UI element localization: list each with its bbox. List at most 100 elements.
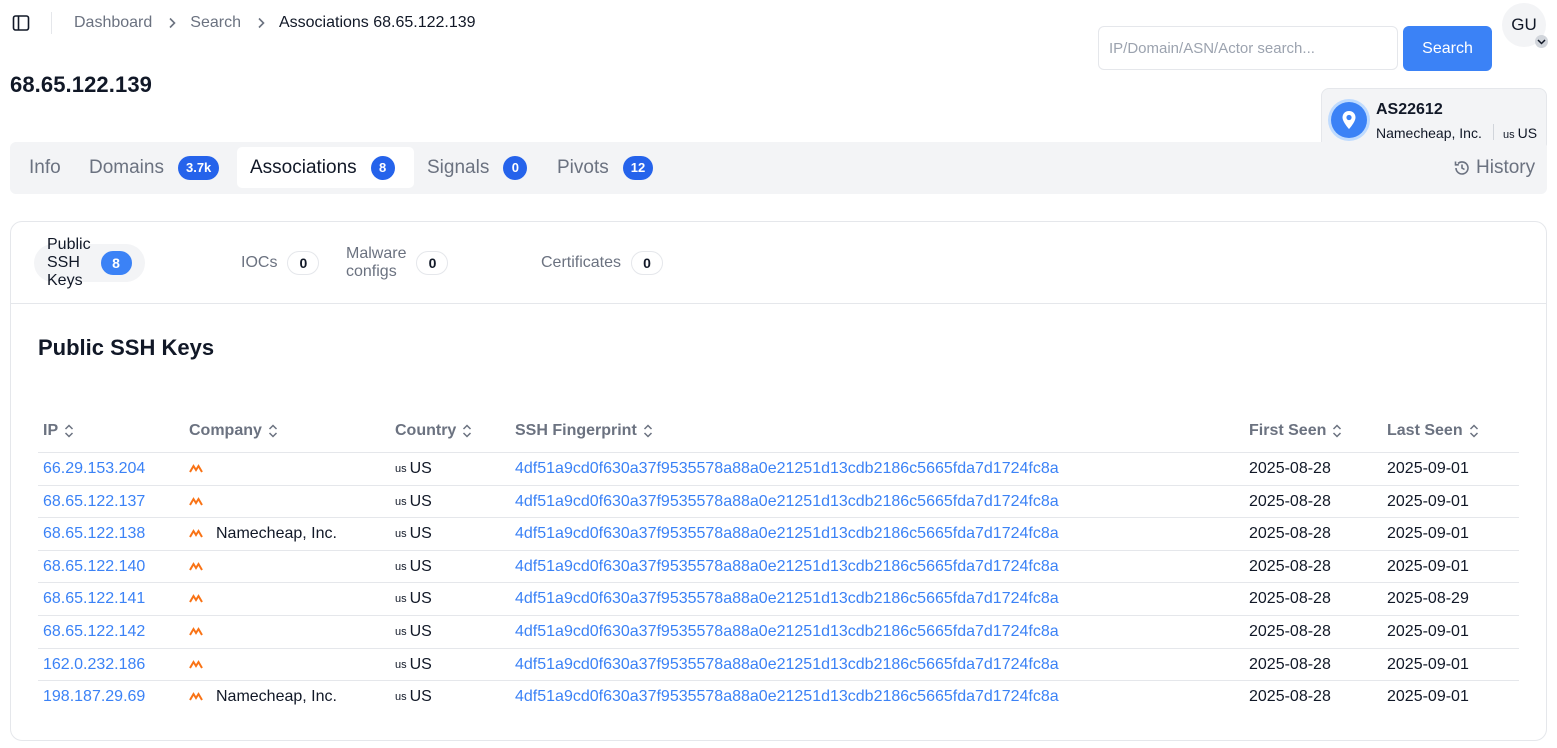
ssh-fingerprint-link[interactable]: 4df51a9cd0f630a37f9535578a88a0e21251d13c… xyxy=(515,583,1059,615)
history-icon xyxy=(1454,161,1469,175)
last-seen: 2025-09-01 xyxy=(1387,460,1469,477)
sort-icon xyxy=(1469,424,1478,438)
tab-count-badge: 3.7k xyxy=(177,155,220,180)
ip-link[interactable]: 68.65.122.138 xyxy=(43,518,145,550)
search-input[interactable] xyxy=(1098,26,1398,70)
ssh-fingerprint-link[interactable]: 4df51a9cd0f630a37f9535578a88a0e21251d13c… xyxy=(515,486,1059,518)
table-row: 68.65.122.142 us US 4df51a9cd0f630a37f953… xyxy=(38,616,1519,649)
column-header-ip[interactable]: IP xyxy=(43,410,74,452)
column-header-label: Country xyxy=(395,422,457,439)
last-seen: 2025-09-01 xyxy=(1387,622,1469,640)
sidebar-toggle-icon[interactable] xyxy=(11,13,31,33)
tab-pivots[interactable]: Pivots 12 xyxy=(557,147,654,188)
breadcrumb: Dashboard Search Associations 68.65.122.… xyxy=(74,12,476,34)
column-header-company[interactable]: Company xyxy=(189,410,278,452)
tab-signals[interactable]: Signals 0 xyxy=(427,147,528,188)
ssh-fingerprint-link[interactable]: 4df51a9cd0f630a37f9535578a88a0e21251d13c… xyxy=(515,616,1059,648)
company-cell: Namecheap, Inc. xyxy=(189,681,337,713)
column-header-country[interactable]: Country xyxy=(395,410,472,452)
table-row: 68.65.122.141 us US 4df51a9cd0f630a37f953… xyxy=(38,583,1519,616)
namecheap-logo-icon xyxy=(189,592,203,606)
country-name: US xyxy=(409,525,432,543)
country-name: US xyxy=(409,460,432,477)
tab-label: Info xyxy=(29,156,61,178)
subtab-public-ssh-keys[interactable]: Public SSH Keys 8 xyxy=(34,236,145,289)
company-cell xyxy=(189,486,216,518)
first-seen: 2025-08-28 xyxy=(1249,655,1331,673)
ip-link[interactable]: 68.65.122.142 xyxy=(43,616,145,648)
breadcrumb-dashboard[interactable]: Dashboard xyxy=(74,14,152,32)
country-cell: us US xyxy=(395,649,432,681)
tab-associations[interactable]: Associations 8 xyxy=(237,147,414,188)
ip-link[interactable]: 198.187.29.69 xyxy=(43,681,145,713)
tab-domains[interactable]: Domains 3.7k xyxy=(89,147,220,188)
country-code: us xyxy=(395,625,407,638)
last-seen: 2025-08-29 xyxy=(1387,590,1469,608)
tab-count-badge: 12 xyxy=(622,155,654,180)
company-cell xyxy=(189,453,216,485)
topbar-divider xyxy=(51,12,52,34)
ssh-fingerprint-link[interactable]: 4df51a9cd0f630a37f9535578a88a0e21251d13c… xyxy=(515,453,1059,485)
ssh-fingerprint-link[interactable]: 4df51a9cd0f630a37f9535578a88a0e21251d13c… xyxy=(515,551,1059,583)
column-header-label: Last Seen xyxy=(1387,422,1463,439)
namecheap-logo-icon xyxy=(189,690,203,704)
country-name: US xyxy=(409,655,432,673)
first-seen: 2025-08-28 xyxy=(1249,590,1331,608)
chevron-down-icon[interactable] xyxy=(1535,35,1548,48)
column-header-ssh-fingerprint[interactable]: SSH Fingerprint xyxy=(515,410,653,452)
first-seen: 2025-08-28 xyxy=(1249,688,1331,706)
company-cell: Namecheap, Inc. xyxy=(189,518,337,550)
company-cell xyxy=(189,551,216,583)
sort-icon xyxy=(463,424,472,438)
country-name: US xyxy=(409,492,432,510)
subtab-malware-configs[interactable]: Malware configs 0 xyxy=(346,244,449,282)
subtab-count-badge: 0 xyxy=(416,251,449,275)
first-seen: 2025-08-28 xyxy=(1249,622,1331,640)
ip-link[interactable]: 68.65.122.140 xyxy=(43,551,145,583)
table-row: 162.0.232.186 us US 4df51a9cd0f630a37f953… xyxy=(38,649,1519,682)
subtab-certificates[interactable]: Certificates 0 xyxy=(541,244,664,282)
country-cell: us US xyxy=(395,486,432,518)
company-name: Namecheap, Inc. xyxy=(216,525,337,543)
ip-link[interactable]: 66.29.153.204 xyxy=(43,453,145,485)
chevron-right-icon xyxy=(168,17,176,29)
tab-bar: Info Domains 3.7k Associations 8 Signals 0 … xyxy=(10,142,1547,194)
namecheap-logo-icon xyxy=(189,560,203,574)
chevron-right-icon xyxy=(257,17,265,29)
ip-link[interactable]: 68.65.122.137 xyxy=(43,486,145,518)
search-button[interactable]: Search xyxy=(1403,26,1492,71)
ip-link[interactable]: 162.0.232.186 xyxy=(43,649,145,681)
ssh-fingerprint-link[interactable]: 4df51a9cd0f630a37f9535578a88a0e21251d13c… xyxy=(515,649,1059,681)
page-title: 68.65.122.139 xyxy=(10,72,152,97)
column-header-last-seen[interactable]: Last Seen xyxy=(1387,410,1479,452)
namecheap-logo-icon xyxy=(189,658,203,672)
tab-label: Pivots xyxy=(557,156,609,178)
last-seen: 2025-09-01 xyxy=(1387,655,1469,673)
tab-count-badge: 0 xyxy=(503,155,528,180)
ssh-fingerprint-link[interactable]: 4df51a9cd0f630a37f9535578a88a0e21251d13c… xyxy=(515,681,1059,713)
column-header-first-seen[interactable]: First Seen xyxy=(1249,410,1342,452)
company-cell xyxy=(189,616,216,648)
country-code: us xyxy=(395,593,407,606)
sort-icon xyxy=(1333,424,1342,438)
table-row: 198.187.29.69 Namecheap, Inc. us US 4df51… xyxy=(38,681,1519,714)
country-code: us xyxy=(395,560,407,573)
country-name: US xyxy=(1517,125,1538,141)
namecheap-logo-icon xyxy=(189,625,203,639)
country-cell: us US xyxy=(395,681,432,713)
country-name: US xyxy=(409,688,432,706)
tab-info[interactable]: Info xyxy=(29,147,61,188)
sort-icon xyxy=(643,424,652,438)
sort-icon xyxy=(268,424,277,438)
asn-org: Namecheap, Inc. xyxy=(1376,125,1482,141)
ip-link[interactable]: 68.65.122.141 xyxy=(43,583,145,615)
country-code: us xyxy=(395,463,407,475)
ssh-fingerprint-link[interactable]: 4df51a9cd0f630a37f9535578a88a0e21251d13c… xyxy=(515,518,1059,550)
first-seen: 2025-08-28 xyxy=(1249,460,1331,477)
country-cell: us US xyxy=(395,583,432,615)
table-header: IP Company Country SSH Fingerprint First… xyxy=(38,410,1519,453)
subtab-iocs[interactable]: IOCs 0 xyxy=(241,244,320,282)
asn-country: us US xyxy=(1503,125,1537,141)
history-button[interactable]: History xyxy=(1453,157,1535,179)
breadcrumb-search[interactable]: Search xyxy=(190,14,241,32)
